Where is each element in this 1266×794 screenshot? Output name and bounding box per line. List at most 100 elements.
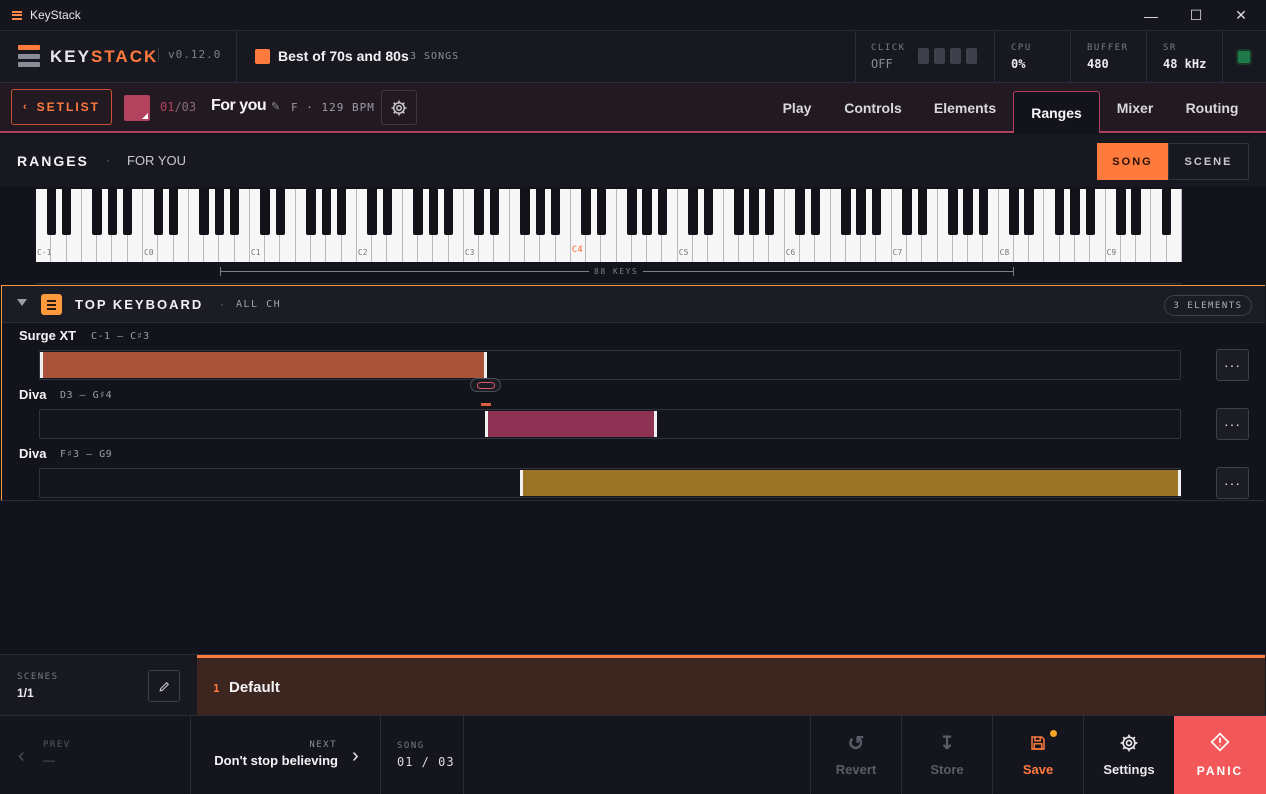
- black-key[interactable]: [229, 189, 240, 235]
- black-key[interactable]: [443, 189, 454, 235]
- black-key[interactable]: [336, 189, 347, 235]
- app-menu-icon[interactable]: [12, 10, 22, 20]
- black-key[interactable]: [382, 189, 393, 235]
- scene-card-default[interactable]: 1 Default: [197, 655, 1265, 716]
- black-key[interactable]: [795, 189, 805, 235]
- tab-controls[interactable]: Controls: [836, 83, 910, 133]
- setlist-button[interactable]: ‹ SETLIST: [11, 89, 112, 125]
- edit-scenes-button[interactable]: [148, 670, 180, 702]
- tab-elements[interactable]: Elements: [926, 83, 1004, 133]
- link-icon[interactable]: [470, 378, 501, 392]
- save-button[interactable]: Save: [993, 716, 1083, 794]
- mode-song-button[interactable]: SONG: [1097, 143, 1168, 180]
- black-key[interactable]: [1009, 189, 1019, 235]
- black-key[interactable]: [841, 189, 851, 235]
- black-key[interactable]: [688, 189, 698, 235]
- element-more-button[interactable]: ···: [1216, 467, 1249, 499]
- black-key[interactable]: [428, 189, 438, 235]
- black-key[interactable]: [734, 189, 744, 235]
- black-key[interactable]: [46, 189, 56, 235]
- more-icon: ···: [1224, 357, 1241, 373]
- black-key[interactable]: [367, 189, 377, 235]
- black-key[interactable]: [474, 189, 484, 235]
- black-key[interactable]: [963, 189, 973, 235]
- chevron-right-icon[interactable]: ›: [352, 745, 359, 768]
- black-key[interactable]: [199, 189, 209, 235]
- black-key[interactable]: [948, 189, 958, 235]
- black-key[interactable]: [1116, 189, 1126, 235]
- elements-count-badge: 3 ELEMENTS: [1164, 295, 1252, 316]
- black-key[interactable]: [275, 189, 286, 235]
- black-key[interactable]: [581, 189, 591, 235]
- range-bar-diva-2[interactable]: [520, 470, 1181, 496]
- setlist-name[interactable]: Best of 70s and 80s: [278, 48, 409, 64]
- element-more-button[interactable]: ···: [1216, 408, 1249, 440]
- black-key[interactable]: [703, 189, 714, 235]
- black-key[interactable]: [520, 189, 530, 235]
- scenes-label: SCENES: [17, 672, 59, 682]
- black-key[interactable]: [1131, 189, 1141, 235]
- black-key[interactable]: [168, 189, 179, 235]
- black-key[interactable]: [1024, 189, 1034, 235]
- song-settings-button[interactable]: [381, 90, 417, 125]
- black-key[interactable]: [642, 189, 652, 235]
- element-more-button[interactable]: ···: [1216, 349, 1249, 381]
- range-bar-diva-1[interactable]: [485, 411, 657, 437]
- maximize-button[interactable]: ☐: [1173, 0, 1219, 31]
- revert-button[interactable]: ↺ Revert: [811, 716, 901, 794]
- black-key[interactable]: [107, 189, 118, 235]
- minimize-button[interactable]: —: [1128, 0, 1174, 31]
- black-key[interactable]: [260, 189, 270, 235]
- click-value[interactable]: OFF: [871, 57, 893, 71]
- black-key[interactable]: [61, 189, 72, 235]
- click-beat-2: [934, 48, 945, 64]
- chevron-left-icon[interactable]: ‹: [18, 745, 25, 768]
- black-key[interactable]: [1055, 189, 1065, 235]
- black-key[interactable]: [535, 189, 545, 235]
- black-key[interactable]: [122, 189, 133, 235]
- close-button[interactable]: ✕: [1218, 0, 1264, 31]
- black-key[interactable]: [871, 189, 882, 235]
- black-key[interactable]: [1085, 189, 1096, 235]
- tab-ranges[interactable]: Ranges: [1013, 91, 1100, 133]
- black-key[interactable]: [657, 189, 668, 235]
- black-key[interactable]: [92, 189, 102, 235]
- tab-routing[interactable]: Routing: [1176, 83, 1248, 133]
- range-bar-surge-xt[interactable]: [40, 352, 487, 378]
- tab-play[interactable]: Play: [764, 83, 830, 133]
- mode-scene-button[interactable]: SCENE: [1168, 143, 1249, 180]
- black-key[interactable]: [306, 189, 316, 235]
- next-song[interactable]: Don't stop believing: [214, 753, 338, 768]
- black-key[interactable]: [902, 189, 912, 235]
- pencil-icon[interactable]: ✎: [271, 100, 280, 113]
- black-key[interactable]: [764, 189, 775, 235]
- black-key[interactable]: [214, 189, 225, 235]
- black-key[interactable]: [749, 189, 759, 235]
- collapse-arrow-icon[interactable]: [17, 299, 27, 306]
- black-key[interactable]: [856, 189, 866, 235]
- black-key[interactable]: [153, 189, 163, 235]
- black-key[interactable]: [596, 189, 607, 235]
- black-key[interactable]: [321, 189, 332, 235]
- piano-keyboard[interactable]: C-1 C0 C1 C2 C3 C4 C5 C6 C7 C8 C9: [36, 189, 1182, 262]
- black-key[interactable]: [627, 189, 637, 235]
- sample-rate-value: 48 kHz: [1163, 57, 1207, 71]
- store-button[interactable]: ↧ Store: [902, 716, 992, 794]
- black-key[interactable]: [1161, 189, 1172, 235]
- status-led-icon: [1238, 51, 1250, 63]
- black-key[interactable]: [810, 189, 820, 235]
- black-key[interactable]: [550, 189, 561, 235]
- black-key[interactable]: [917, 189, 927, 235]
- settings-button[interactable]: Settings: [1084, 716, 1174, 794]
- more-icon: ···: [1224, 416, 1241, 432]
- panic-button[interactable]: PANIC: [1174, 716, 1266, 794]
- black-key[interactable]: [413, 189, 423, 235]
- group-header[interactable]: TOP KEYBOARD · ALL CH 3 ELEMENTS: [2, 286, 1265, 323]
- song-title[interactable]: For you: [211, 97, 267, 115]
- black-key[interactable]: [489, 189, 500, 235]
- song-color-swatch[interactable]: [124, 95, 150, 121]
- save-icon: [1029, 733, 1047, 753]
- tab-mixer[interactable]: Mixer: [1104, 83, 1166, 133]
- black-key[interactable]: [978, 189, 989, 235]
- black-key[interactable]: [1070, 189, 1080, 235]
